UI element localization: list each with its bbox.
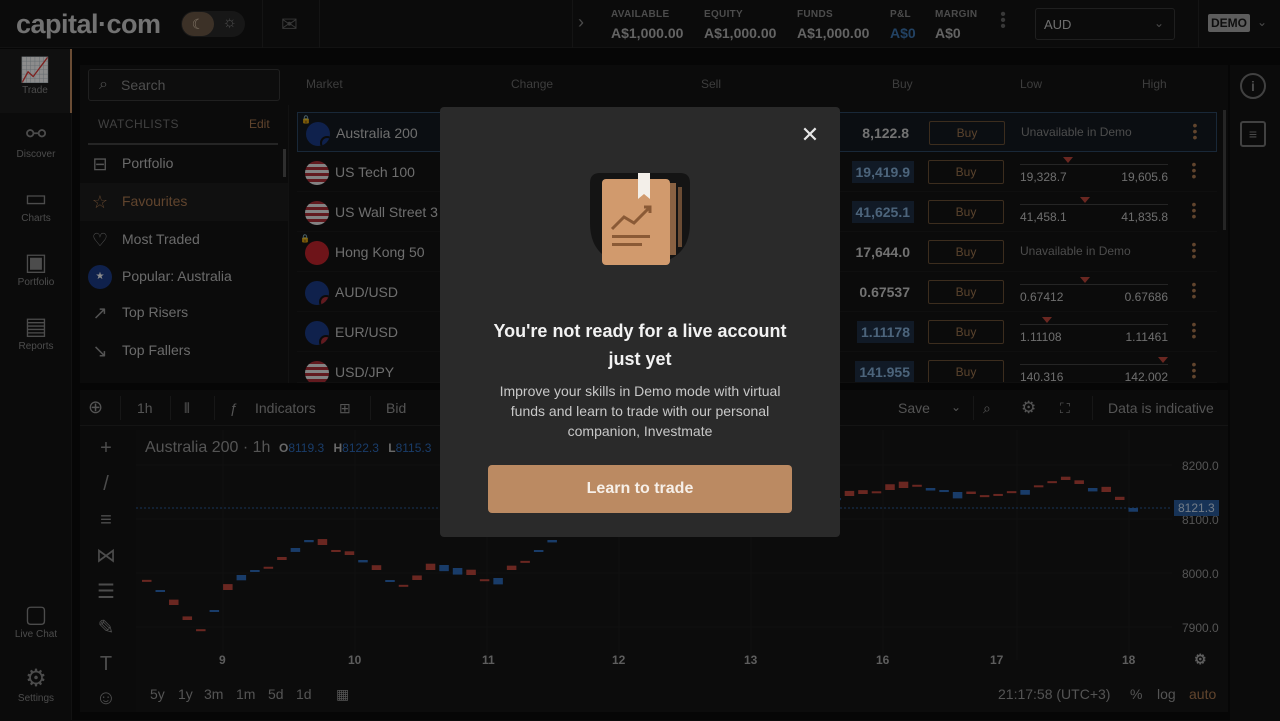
learn-to-trade-button[interactable]: Learn to trade — [488, 465, 792, 513]
live-account-modal: ✕ You're not ready for a live account ju… — [440, 107, 840, 537]
close-icon[interactable]: ✕ — [798, 123, 822, 147]
modal-title: You're not ready for a live account just… — [493, 321, 787, 369]
learning-book-icon — [590, 173, 690, 265]
modal-body: Improve your skills in Demo mode with vi… — [499, 383, 781, 439]
